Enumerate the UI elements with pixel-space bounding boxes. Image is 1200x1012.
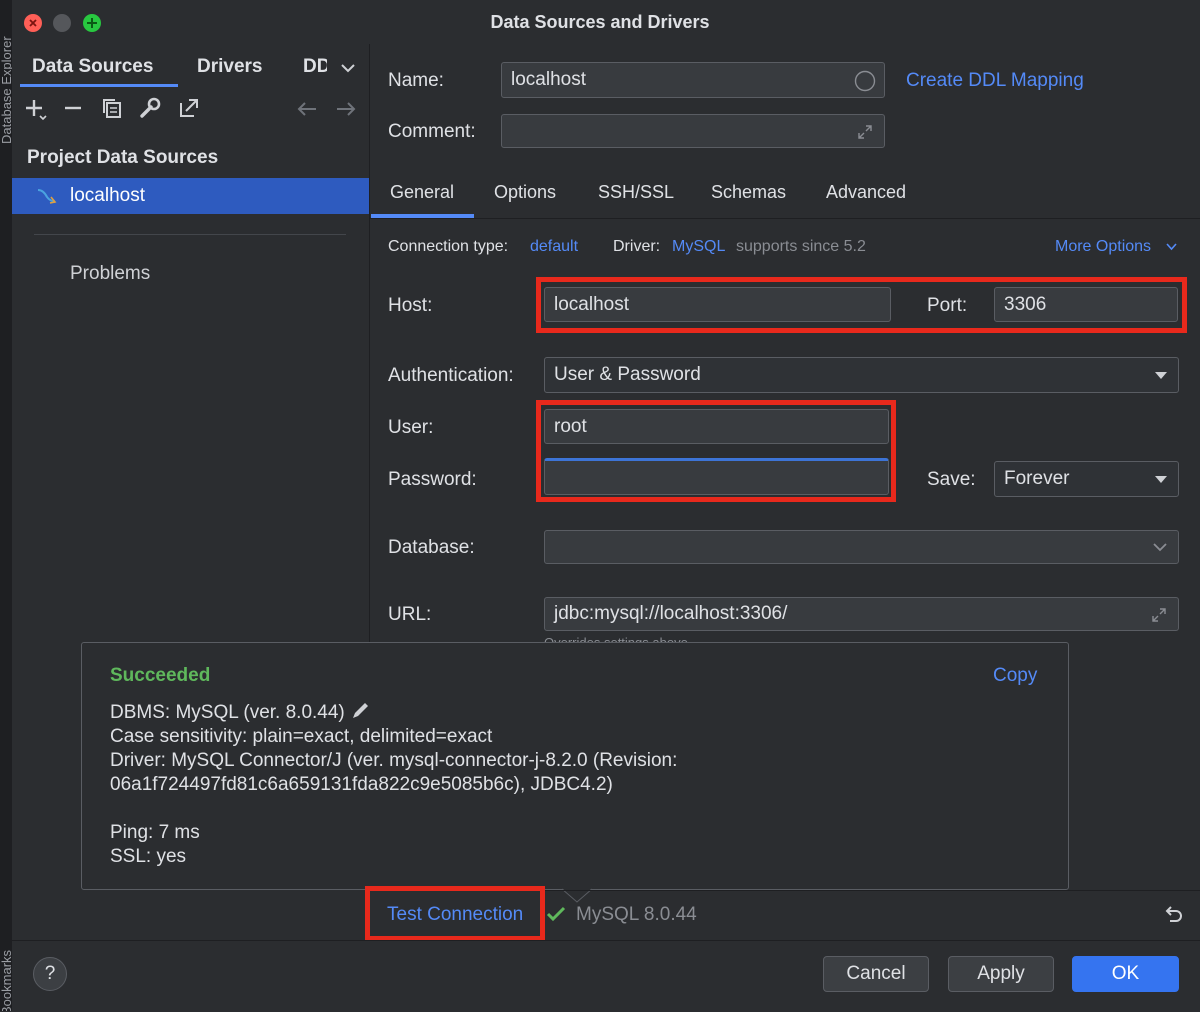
authentication-label: Authentication: [388,365,514,386]
authentication-dropdown[interactable]: User & Password [544,357,1179,393]
ping-line: Ping: 7 ms [110,822,200,843]
test-result-text: MySQL 8.0.44 [576,904,697,925]
tab-general[interactable]: General [390,182,454,203]
tab-ddl[interactable]: DD [303,56,327,78]
dropdown-arrow-icon [1155,372,1167,379]
driver-label: Driver: [613,238,661,255]
status-succeeded: Succeeded [110,665,211,686]
save-label: Save: [927,469,976,490]
back-arrow-icon[interactable] [296,100,318,118]
save-dropdown[interactable]: Forever [994,461,1179,497]
password-label: Password: [388,469,477,490]
mysql-icon [37,189,57,204]
color-circle-icon[interactable] [854,70,876,92]
create-ddl-mapping-link[interactable]: Create DDL Mapping [906,70,1084,92]
tabs-divider [370,218,1200,219]
test-connection-highlight-box [365,886,545,941]
pencil-icon[interactable] [350,701,372,721]
url-value: jdbc:mysql://localhost:3306/ [554,603,788,624]
case-sensitivity-line: Case sensitivity: plain=exact, delimited… [110,726,493,747]
tab-drivers[interactable]: Drivers [197,56,263,78]
user-password-highlight-box [536,400,896,502]
comment-label: Comment: [388,121,476,142]
url-label: URL: [388,604,432,625]
expand-icon[interactable] [856,123,874,141]
name-value: localhost [511,69,586,90]
tab-ssh-ssl[interactable]: SSH/SSL [598,182,674,203]
jump-to-source-icon[interactable] [178,97,200,119]
sidebar-item-localhost[interactable]: localhost [12,178,369,214]
divider [34,234,346,235]
side-strip: Database Explorer Bookmarks [0,0,12,1011]
database-label: Database: [388,537,475,558]
driver-value[interactable]: MySQL [672,238,725,256]
tab-data-sources[interactable]: Data Sources [32,56,153,78]
revert-icon[interactable] [1162,903,1184,925]
driver-line: Driver: MySQL Connector/J (ver. mysql-co… [110,750,678,771]
duplicate-icon[interactable] [101,97,123,119]
tab-advanced[interactable]: Advanced [826,182,906,203]
database-field[interactable] [544,530,1179,564]
checkmark-icon [546,906,566,922]
bookmarks-label[interactable]: Bookmarks [0,935,12,1011]
connection-type-label: Connection type: [388,238,509,255]
cancel-button[interactable]: Cancel [823,956,929,992]
remove-icon[interactable] [64,98,82,118]
chevron-down-icon[interactable] [1152,541,1168,553]
url-field[interactable]: jdbc:mysql://localhost:3306/ [544,597,1179,631]
revision-line: 06a1f724497fd81c6a659131fda822c9e5085b6c… [110,774,613,795]
dropdown-arrow-icon [1155,476,1167,483]
tab-options[interactable]: Options [494,182,556,203]
name-label: Name: [388,70,444,91]
project-data-sources-header: Project Data Sources [27,147,219,168]
more-options-link[interactable]: More Options [1055,238,1151,256]
comment-field[interactable] [501,114,885,148]
dbms-line: DBMS: MySQL (ver. 8.0.44) [110,701,372,724]
apply-button[interactable]: Apply [948,956,1054,992]
tab-schemas[interactable]: Schemas [711,182,786,203]
authentication-value: User & Password [554,364,701,385]
ok-button[interactable]: OK [1072,956,1179,992]
copy-link[interactable]: Copy [993,665,1037,687]
add-icon[interactable] [25,98,47,122]
active-tab-underline [20,84,178,87]
problems-item[interactable]: Problems [70,263,150,285]
ssl-line: SSL: yes [110,846,187,867]
host-label: Host: [388,295,433,316]
driver-note: supports since 5.2 [736,238,866,255]
test-result-popup: Succeeded Copy DBMS: MySQL (ver. 8.0.44)… [81,642,1069,890]
wrench-icon[interactable] [139,97,161,119]
expand-icon[interactable] [1150,606,1168,624]
window-title: Data Sources and Drivers [490,12,710,32]
help-button[interactable]: ? [33,957,67,991]
chevron-down-icon[interactable] [1165,242,1178,252]
host-port-highlight-box [536,277,1187,333]
sidebar-item-label: localhost [70,185,145,206]
connection-type-value[interactable]: default [530,238,578,256]
user-label: User: [388,417,434,438]
dbms-text: DBMS: MySQL (ver. 8.0.44) [110,702,345,723]
save-value: Forever [1004,468,1070,489]
chevron-down-icon[interactable] [340,62,356,74]
name-field[interactable]: localhost [501,62,885,98]
forward-arrow-icon[interactable] [335,100,357,118]
